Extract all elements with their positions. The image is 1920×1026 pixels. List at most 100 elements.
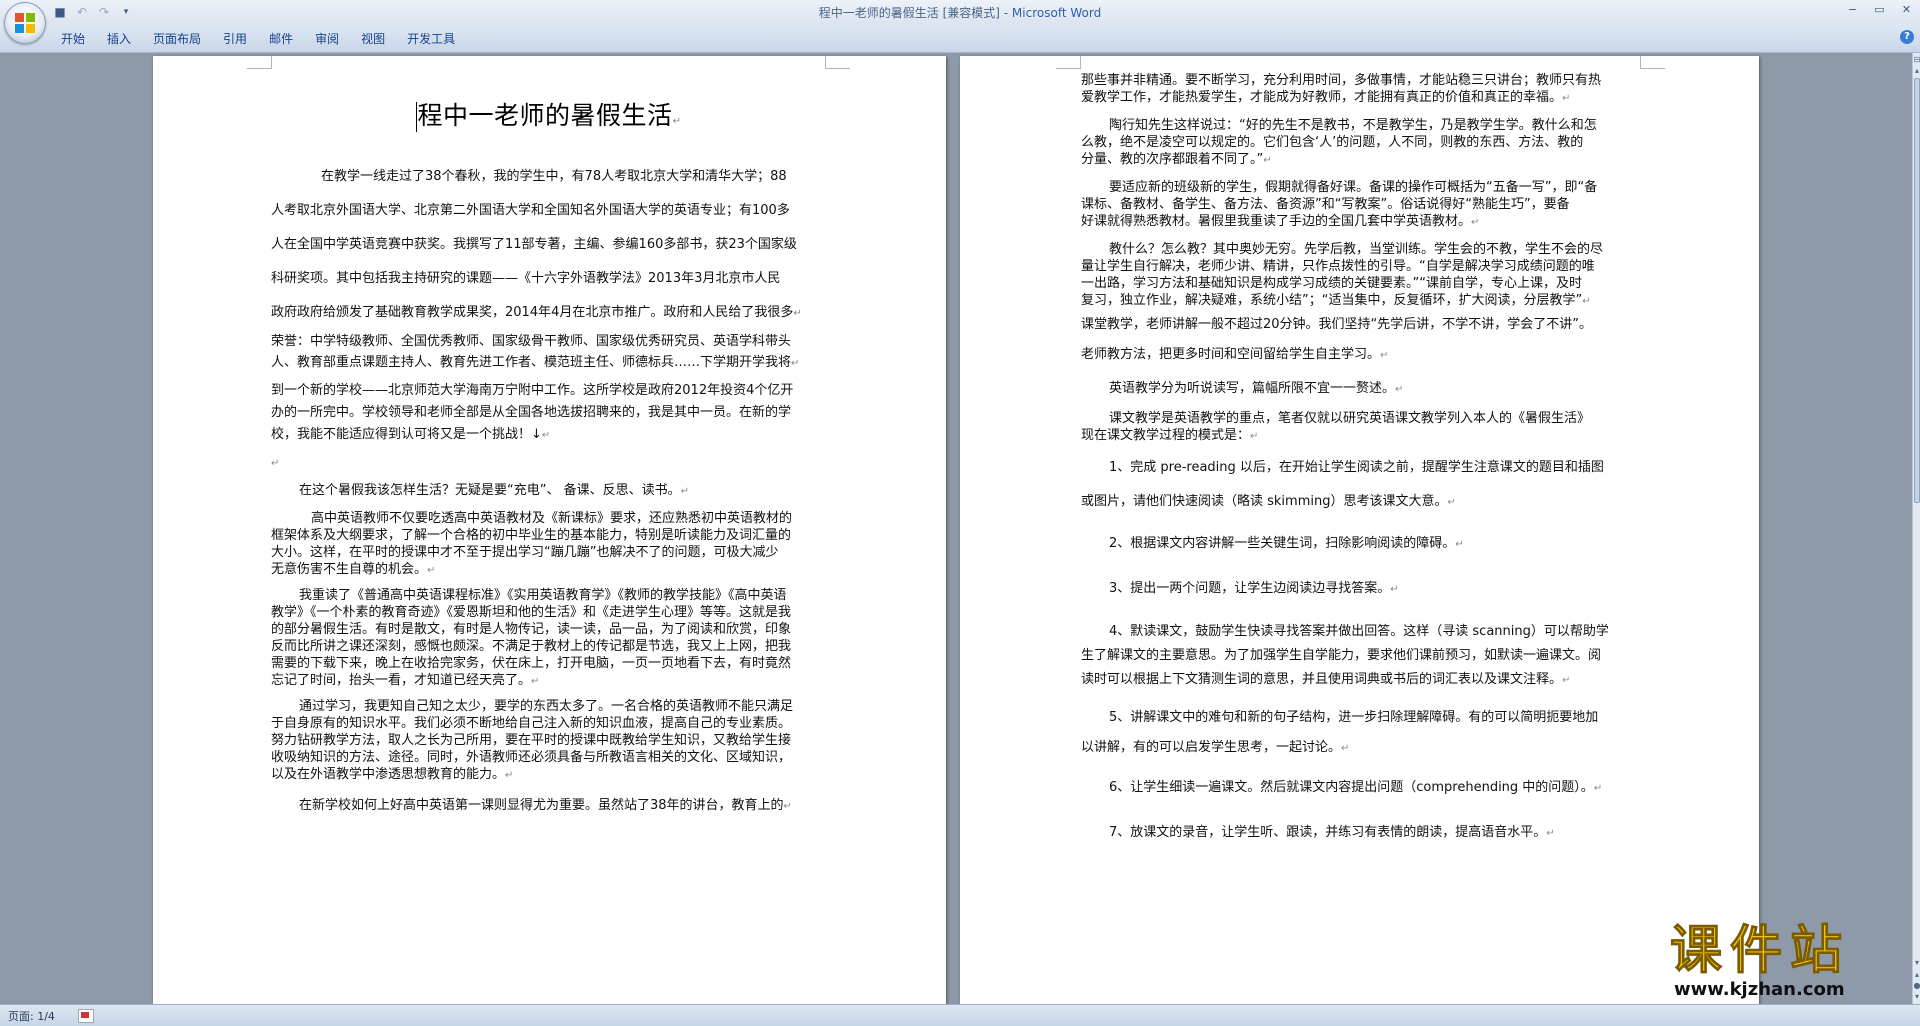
- office-button[interactable]: [4, 2, 46, 44]
- text-line: 框架体系及大纲要求，了解一个合格的初中毕业生的基本能力，特别是听读能力及词汇量的: [271, 528, 792, 543]
- tab-page-layout[interactable]: 页面布局: [142, 29, 212, 50]
- text-line: 分量、教的次序都跟着不同了。”↵: [1081, 152, 1272, 167]
- paragraph[interactable]: 4、默读课文，鼓励学生快读寻找答案并做出回答。这样（寻读 scanning）可以…: [1081, 620, 1636, 693]
- paragraph[interactable]: 通过学习，我更知自己知之太少，要学的东西太多了。一名合格的英语教师不能只满足 于自…: [271, 698, 826, 784]
- help-icon[interactable]: ?: [1900, 30, 1914, 44]
- text-line: 人考取北京外国语大学、北京第二外国语大学和全国知名外国语大学的英语专业；有100…: [271, 203, 790, 218]
- document-page-1[interactable]: 程中一老师的暑假生活↵ 在教学一线走过了38个春秋，我的学生中，有78人考取北京…: [153, 56, 946, 1004]
- text-line: 现在课文教学过程的模式是：↵: [1081, 428, 1259, 443]
- paragraph[interactable]: 在新学校如何上好高中英语第一课则显得尤为重要。虽然站了38年的讲台，教育上的↵: [271, 796, 826, 817]
- text-line: 好课就得熟悉教材。暑假里我重读了手边的全国几套中学英语教材。↵: [1081, 214, 1480, 229]
- text-line: 人在全国中学英语竞赛中获奖。我撰写了11部专著，主编、参编160多部书，获23个…: [271, 237, 797, 252]
- paragraph[interactable]: 陶行知先生这样说过：“好的先生不是教书，不是教学生，乃是教学生学。教什么和怎 么教…: [1081, 117, 1636, 169]
- document-name: 程中一老师的暑假生活 [兼容模式] -: [818, 6, 1012, 20]
- text-line: 要适应新的班级新的学生，假期就得备好课。备课的操作可概括为“五备一写”，即“备: [1109, 180, 1598, 195]
- text-line: 一出路，学习方法和基础知识是构成学习成绩的关键要素。”“课前自学，专心上课，及时: [1081, 276, 1582, 291]
- scrollbar-thumb[interactable]: [1914, 78, 1920, 503]
- tab-review[interactable]: 审阅: [304, 29, 350, 50]
- text-line: 爱教学工作，才能热爱学生，才能成为好教师，才能拥有真正的价值和真正的幸福。↵: [1081, 90, 1571, 105]
- watermark-title: 课件站: [1670, 921, 1851, 981]
- text-line: 反而比所讲之课还深刻，感慨也颇深。不满足于教材上的传记都是节选，我又上上网，把我: [271, 639, 792, 654]
- paragraph[interactable]: 在这个暑假我该怎样生活？无疑是要“充电”、 备课、反思、读书。↵: [271, 481, 826, 502]
- paragraph[interactable]: 那些事并非精通。要不断学习，充分利用时间，多做事情，才能站稳三只讲台；教师只有热…: [1081, 72, 1636, 107]
- text-line: 4、默读课文，鼓励学生快读寻找答案并做出回答。这样（寻读 scanning）可以…: [1109, 624, 1609, 639]
- paragraph[interactable]: 高中英语教师不仅要吃透高中英语教材及《新课标》要求，还应熟悉初中英语教材的 框架体…: [271, 510, 826, 579]
- paragraph[interactable]: 1、完成 pre-reading 以后，在开始让学生阅读之前，提醒学生注意课文的…: [1081, 451, 1636, 520]
- paragraph[interactable]: ↵: [271, 453, 826, 474]
- paragraph-mark: ↵: [783, 801, 792, 812]
- vertical-scrollbar[interactable]: ⊟ ▴ ▾ ▴ ● ▾: [1912, 53, 1920, 1004]
- text-line: 校，我能不能适应得到认可将又是一个挑战！↓↵: [271, 427, 551, 442]
- text-line: 老师教方法，把更多时间和空间留给学生自主学习。↵: [1081, 347, 1389, 362]
- document-workspace[interactable]: 程中一老师的暑假生活↵ 在教学一线走过了38个春秋，我的学生中，有78人考取北京…: [0, 53, 1912, 1004]
- text-line: 量让学生自行解决，老师少讲、精讲，只作点拨性的引导。“自学是解决学习成绩问题的唯: [1081, 259, 1595, 274]
- text-line: 荣誉：中学特级教师、全国优秀教师、国家级骨干教师、国家级优秀研究员、英语学科带头: [271, 334, 792, 349]
- text-line: 大小。这样，在平时的授课中才不至于提出学习“蹦几蹦”也解决不了的问题，可极大减少: [271, 545, 779, 560]
- paragraph[interactable]: 课堂教学，老师讲解一般不超过20分钟。我们坚持“先学后讲，不学不讲，学会了不讲”…: [1081, 310, 1636, 371]
- text-line: 以讲解，有的可以启发学生思考，一起讨论。↵: [1081, 740, 1350, 755]
- office-logo-icon: [15, 13, 35, 33]
- paragraph[interactable]: 教什么？怎么教？其中奥妙无穷。先学后教，当堂训练。学生会的不教，学生不会的尽 量让…: [1081, 241, 1636, 310]
- text-line: 1、完成 pre-reading 以后，在开始让学生阅读之前，提醒学生注意课文的…: [1109, 460, 1604, 475]
- minimize-button[interactable]: −: [1839, 0, 1866, 20]
- tab-insert[interactable]: 插入: [96, 29, 142, 50]
- scroll-up-icon[interactable]: ▴: [1913, 66, 1920, 76]
- paragraph[interactable]: 2、根据课文内容讲解一些关键生词，扫除影响阅读的障碍。↵: [1081, 534, 1636, 555]
- text-line: 通过学习，我更知自己知之太少，要学的东西太多了。一名合格的英语教师不能只满足: [299, 699, 794, 714]
- app-name: Microsoft Word: [1011, 6, 1102, 20]
- paragraph-mark: ↵: [427, 565, 436, 576]
- paragraph-mark: ↵: [1395, 384, 1404, 395]
- tab-mailings[interactable]: 邮件: [258, 29, 304, 50]
- paragraph-mark: ↵: [1546, 828, 1555, 839]
- paragraph-mark: ↵: [1593, 783, 1603, 794]
- text-line: 以及在外语教学中渗透思想教育的能力。↵: [271, 767, 514, 782]
- tab-developer[interactable]: 开发工具: [396, 29, 466, 50]
- tab-home[interactable]: 开始: [50, 29, 96, 50]
- paragraph-mark: ↵: [1471, 217, 1480, 228]
- page-1-body[interactable]: 程中一老师的暑假生活↵ 在教学一线走过了38个春秋，我的学生中，有78人考取北京…: [271, 56, 826, 817]
- paragraph[interactable]: 3、提出一两个问题，让学生边阅读边寻找答案。↵: [1081, 579, 1636, 600]
- paragraph[interactable]: 英语教学分为听说读写，篇幅所限不宜一一赘述。↵: [1081, 379, 1636, 400]
- text-line: 办的一所完中。学校领导和老师全部是从全国各地选拔招聘来的，我是其中一员。在新的学: [271, 405, 792, 420]
- text-line: 生了解课文的主要意思。为了加强学生自学能力，要求他们课前预习，如默读一遍课文。阅: [1081, 648, 1602, 663]
- margin-corner-mark: [1640, 56, 1665, 69]
- paragraph[interactable]: 课文教学是英语教学的重点，笔者仅就以研究英语课文教学列入本人的《暑假生活》 现在课…: [1081, 410, 1636, 445]
- document-page-2[interactable]: 那些事并非精通。要不断学习，充分利用时间，多做事情，才能站稳三只讲台；教师只有热…: [960, 56, 1759, 1004]
- site-watermark: 课件站 www.kjzhan.com: [1670, 922, 1915, 1002]
- text-line: 人、教育部重点课题主持人、教育先进工作者、模范班主任、师德标兵……下学期开学我将…: [271, 355, 800, 370]
- text-line: 科研奖项。其中包括我主持研究的课题——《十六字外语教学法》2013年3月北京市人…: [271, 271, 781, 286]
- margin-corner-mark: [1056, 56, 1081, 69]
- ruler-toggle-icon[interactable]: ⊟: [1913, 55, 1920, 65]
- margin-corner-mark: [825, 56, 850, 69]
- paragraph-mark: ↵: [1341, 743, 1350, 754]
- paragraph-mark: ↵: [1562, 93, 1571, 104]
- page-2-body[interactable]: 那些事并非精通。要不断学习，充分利用时间，多做事情，才能站稳三只讲台；教师只有热…: [1081, 56, 1636, 844]
- proofing-status-icon[interactable]: [78, 1009, 94, 1023]
- text-line: 教学》《一个朴素的教育奇迹》《爱恩斯坦和他的生活》和《走进学生心理》等等。这就是…: [271, 605, 792, 620]
- paragraph-mark: ↵: [793, 308, 802, 319]
- text-line: 英语教学分为听说读写，篇幅所限不宜一一赘述。↵: [1109, 381, 1404, 396]
- document-title[interactable]: 程中一老师的暑假生活↵: [271, 96, 826, 132]
- tab-references[interactable]: 引用: [212, 29, 258, 50]
- paragraph[interactable]: 到一个新的学校——北京师范大学海南万宁附中工作。这所学校是政府2012年投资4个…: [271, 380, 826, 447]
- text-line: 在新学校如何上好高中英语第一课则显得尤为重要。虽然站了38年的讲台，教育上的↵: [299, 798, 792, 813]
- paragraph[interactable]: 6、让学生细读一遍课文。然后就课文内容提出问题（comprehending 中的…: [1081, 778, 1636, 799]
- paragraph[interactable]: 我重读了《普通高中英语课程标准》《实用英语教育学》《教师的教学技能》《高中英语教…: [271, 587, 826, 690]
- close-button[interactable]: ✕: [1893, 0, 1920, 20]
- paragraph[interactable]: 要适应新的班级新的学生，假期就得备好课。备课的操作可概括为“五备一写”，即“备课…: [1081, 179, 1636, 231]
- title-bar: ■ ↶ ↷ ▾ 程中一老师的暑假生活 [兼容模式] - Microsoft Wo…: [0, 0, 1920, 24]
- text-line: 我重读了《普通高中英语课程标准》《实用英语教育学》《教师的教学技能》《高中英语: [299, 588, 787, 603]
- paragraph[interactable]: 5、讲解课文中的难句和新的句子结构，进一步扫除理解障碍。有的可以简明扼要地加以讲…: [1081, 703, 1636, 764]
- text-line: 在这个暑假我该怎样生活？无疑是要“充电”、 备课、反思、读书。↵: [299, 483, 689, 498]
- maximize-button[interactable]: ▭: [1866, 0, 1893, 20]
- paragraph-mark: ↵: [791, 358, 800, 369]
- paragraph-mark: ↵: [1390, 584, 1399, 595]
- document-title-text: 程中一老师的暑假生活: [417, 101, 673, 130]
- tab-view[interactable]: 视图: [350, 29, 396, 50]
- text-line: 5、讲解课文中的难句和新的句子结构，进一步扫除理解障碍。有的可以简明扼要地加: [1109, 710, 1599, 725]
- text-line: 3、提出一两个问题，让学生边阅读边寻找答案。↵: [1109, 581, 1399, 596]
- paragraph[interactable]: 在教学一线走过了38个春秋，我的学生中，有78人考取北京大学和清华大学；88 人考…: [271, 160, 826, 331]
- paragraph[interactable]: 荣誉：中学特级教师、全国优秀教师、国家级骨干教师、国家级优秀研究员、英语学科带头…: [271, 331, 826, 374]
- paragraph[interactable]: 7、放课文的录音，让学生听、跟读，并练习有表情的朗读，提高语音水平。↵: [1081, 823, 1636, 844]
- page-indicator[interactable]: 页面: 1/4: [8, 1008, 55, 1024]
